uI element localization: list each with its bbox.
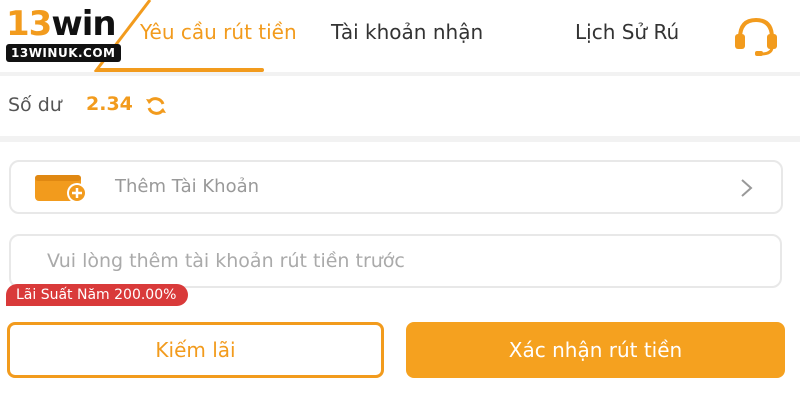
balance-value: 2.34 [86,93,133,115]
headset-icon[interactable] [731,14,781,58]
interest-rate-badge: Lãi Suất Năm 200.00% [6,284,189,306]
balance-label: Số dư [8,94,62,116]
tab-receiving-account[interactable]: Tài khoản nhận [331,20,483,44]
withdraw-account-input[interactable] [9,234,782,288]
logo-text: 13win [6,4,117,44]
wallet-add-icon [35,175,87,203]
add-account-label: Thêm Tài Khoản [115,176,260,197]
confirm-withdraw-button[interactable]: Xác nhận rút tiền [406,322,785,378]
refresh-icon[interactable] [144,94,168,118]
logo-domain: 13WINUK.COM [6,44,121,62]
chevron-right-icon [741,179,753,197]
earn-interest-button[interactable]: Kiếm lãi [7,322,384,378]
tab-withdraw-request[interactable]: Yêu cầu rút tiền [140,20,297,44]
balance-row: Số dư 2.34 [0,76,800,136]
tab-withdraw-history[interactable]: Lịch Sử Rú [575,20,679,44]
brand-logo: 13win 13WINUK.COM [0,0,152,72]
add-account-row[interactable]: Thêm Tài Khoản [9,160,783,214]
